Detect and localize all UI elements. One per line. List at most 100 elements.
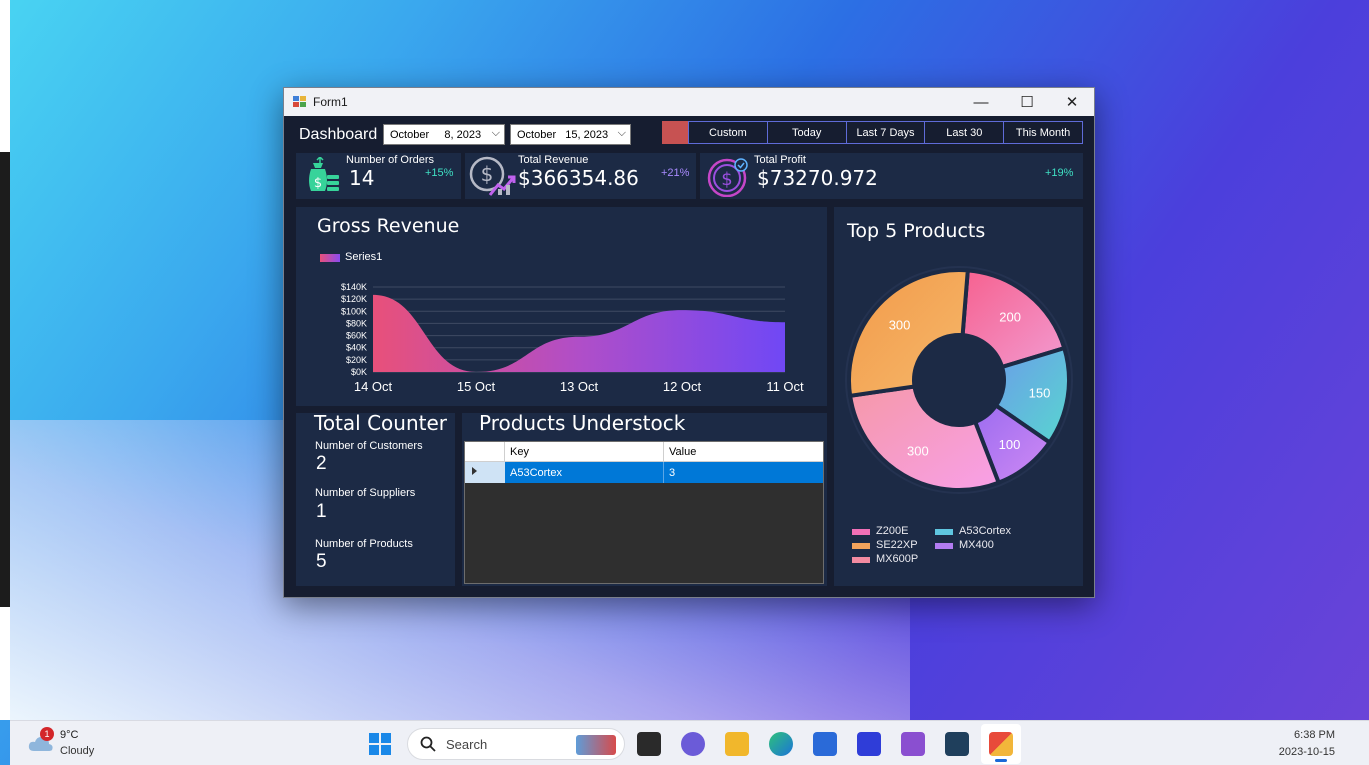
x-tick-label: 12 Oct	[663, 379, 702, 394]
legend-label-mx600p: MX600P	[876, 553, 919, 565]
suppliers-label: Number of Suppliers	[315, 487, 416, 499]
window-title: Form1	[313, 95, 348, 109]
search-icon	[420, 736, 436, 752]
y-tick-label: $100K	[341, 306, 367, 316]
total-counter-title: Total Counter	[314, 411, 447, 435]
weather-cloud-icon[interactable]: 1	[28, 727, 54, 753]
end-date-picker[interactable]: October 15, 2023 ⌵	[510, 124, 631, 145]
profit-label: Total Profit	[754, 154, 806, 166]
close-button[interactable]: ✕	[1049, 88, 1095, 116]
legend-swatch-z200e	[852, 529, 870, 535]
x-tick-label: 15 Oct	[457, 379, 496, 394]
minimize-button[interactable]: —	[958, 88, 1004, 116]
row-pointer-icon	[472, 467, 477, 475]
date-filter-bar: Custom Today Last 7 Days Last 30 This Mo…	[688, 121, 1083, 144]
y-tick-label: $20K	[346, 355, 367, 365]
form1-app-icon	[989, 732, 1013, 756]
filter-last-7-days-button[interactable]: Last 7 Days	[846, 122, 926, 143]
grid-column-key[interactable]: Key	[505, 442, 664, 462]
top-products-panel: Top 5 Products 200 150 100 300 300 Z200E A53…	[834, 207, 1083, 586]
donut-label-a53cortex: 150	[1029, 386, 1051, 401]
weather-condition: Cloudy	[60, 745, 95, 757]
windows-logo-icon	[369, 733, 391, 755]
filter-custom-button[interactable]: Custom	[689, 122, 768, 143]
products-value: 5	[316, 551, 327, 572]
filter-today-button[interactable]: Today	[767, 122, 847, 143]
dashboard-title: Dashboard	[299, 126, 378, 143]
suppliers-value: 1	[316, 501, 327, 522]
y-tick-label: $80K	[346, 318, 367, 328]
profit-change: +19%	[1045, 167, 1074, 179]
edge-browser-icon[interactable]	[769, 732, 793, 756]
grid-corner	[465, 442, 505, 462]
maximize-button[interactable]: ☐	[1004, 88, 1050, 116]
weather-temperature: 9°C	[60, 729, 79, 741]
taskbar-time: 6:38 PM	[1294, 729, 1335, 741]
understock-grid[interactable]: Key Value A53Cortex 3	[464, 441, 824, 584]
donut-label-z200e: 200	[999, 310, 1021, 325]
y-tick-label: $60K	[346, 331, 367, 341]
grid-cell-value[interactable]: 3	[664, 462, 823, 483]
chat-icon[interactable]	[681, 732, 705, 756]
app-icon	[293, 96, 307, 108]
legend-label-se22xp: SE22XP	[876, 539, 918, 551]
grid-header-row: Key Value	[465, 442, 823, 462]
taskbar-search[interactable]: Search	[407, 728, 625, 760]
orders-change: +15%	[425, 167, 454, 179]
weather-badge: 1	[40, 727, 54, 741]
task-view-icon[interactable]	[637, 732, 661, 756]
svg-text:$: $	[481, 162, 494, 186]
search-highlight-icon	[576, 735, 616, 755]
end-date-value: October 15, 2023	[517, 128, 609, 141]
form1-window: Form1 — ☐ ✕ Dashboard October 8, 2023 ⌵ …	[283, 87, 1095, 598]
orders-label: Number of Orders	[346, 154, 435, 166]
money-bag-icon: $	[309, 157, 339, 191]
top-products-title: Top 5 Products	[847, 220, 986, 242]
customers-value: 2	[316, 453, 327, 474]
revenue-change: +21%	[661, 167, 690, 179]
search-placeholder: Search	[446, 736, 488, 752]
legend-swatch-mx400	[935, 543, 953, 549]
svg-text:$: $	[314, 176, 322, 191]
dashboard-client: Dashboard October 8, 2023 ⌵ October 15, …	[284, 116, 1094, 597]
top-products-donut-chart: 200 150 100 300 300	[845, 266, 1073, 494]
grid-cell-key[interactable]: A53Cortex	[505, 462, 664, 483]
start-button[interactable]	[368, 732, 392, 756]
taskbar: 1 9°C Cloudy Search 6:38 PM 2023-10-15	[10, 720, 1369, 765]
title-bar[interactable]: Form1 — ☐ ✕	[284, 88, 1094, 116]
donut-label-mx400: 100	[999, 437, 1021, 452]
revenue-growth-icon: $	[469, 156, 516, 196]
x-tick-label: 13 Oct	[560, 379, 599, 394]
total-counter-panel: Total Counter Number of Customers 2 Numb…	[296, 411, 455, 586]
profit-coin-icon: $	[707, 158, 748, 197]
filter-this-month-button[interactable]: This Month	[1004, 122, 1082, 143]
donut-label-se22xp: 300	[889, 317, 911, 332]
form1-taskbar-button[interactable]	[981, 724, 1021, 764]
y-tick-label: $120K	[341, 294, 367, 304]
x-tick-label: 11 Oct	[766, 379, 804, 394]
grid-column-value[interactable]: Value	[664, 442, 823, 462]
active-indicator	[995, 759, 1007, 762]
start-date-picker[interactable]: October 8, 2023 ⌵	[383, 124, 505, 145]
profit-value: $73270.972	[757, 166, 878, 190]
table-row[interactable]: A53Cortex 3	[465, 462, 823, 483]
donut-hole	[915, 336, 1003, 424]
filter-last-30-button[interactable]: Last 30	[925, 122, 1005, 143]
row-selector[interactable]	[465, 462, 505, 483]
sql-tool-icon[interactable]	[945, 732, 969, 756]
visual-studio-icon[interactable]	[901, 732, 925, 756]
series1-area	[373, 294, 785, 372]
products-label: Number of Products	[315, 538, 413, 550]
understock-title: Products Understock	[479, 411, 686, 435]
legend-swatch-mx600p	[852, 557, 870, 563]
file-explorer-icon[interactable]	[725, 732, 749, 756]
legend-swatch-se22xp	[852, 543, 870, 549]
revenue-value: $366354.86	[518, 166, 639, 190]
legend-label-z200e: Z200E	[876, 525, 909, 537]
taskbar-date: 2023-10-15	[1278, 746, 1335, 758]
customers-label: Number of Customers	[315, 440, 423, 452]
custom-color-swatch	[662, 121, 688, 144]
ai-app-icon[interactable]	[857, 732, 881, 756]
store-icon[interactable]	[813, 732, 837, 756]
profit-card: $ Total Profit $73270.972 +19%	[700, 153, 1083, 199]
